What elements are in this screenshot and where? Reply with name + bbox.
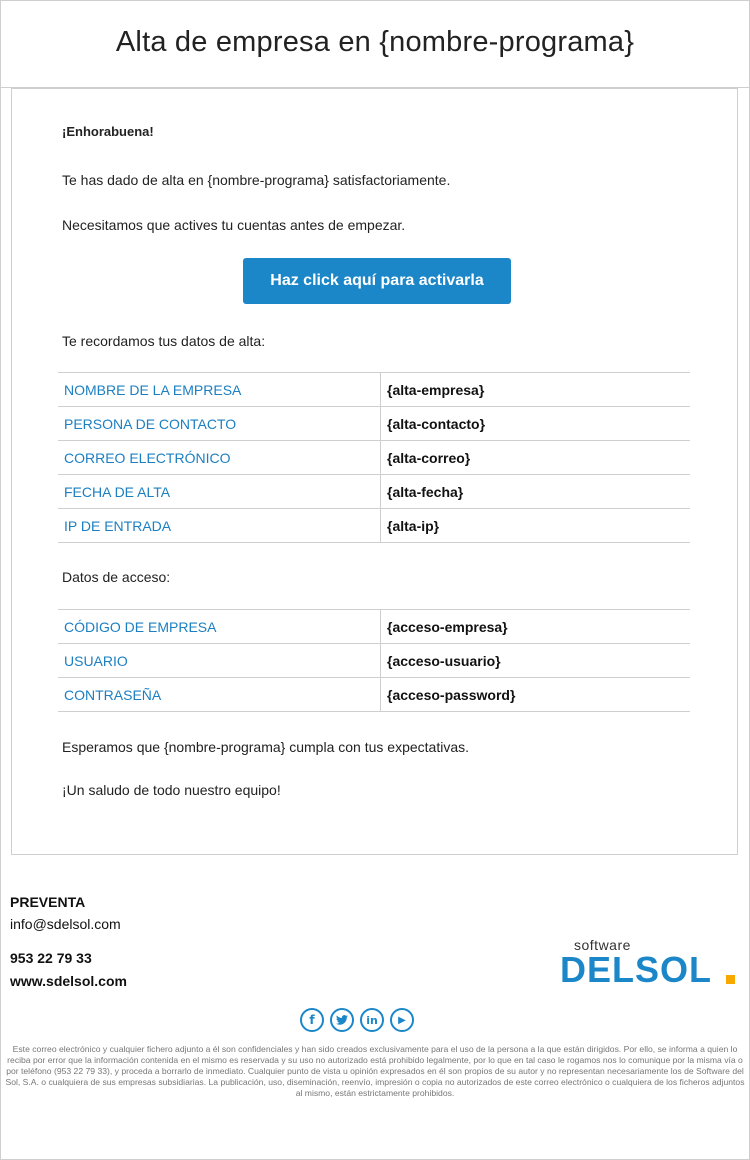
table-row: USUARIO {acceso-usuario} [58,643,690,678]
row-value: {acceso-empresa} [380,609,690,644]
row-value: {alta-empresa} [380,372,690,407]
row-label: FECHA DE ALTA [58,474,381,509]
greeting: ¡Enhorabuena! [62,124,154,139]
logo-dot [726,975,735,984]
footer-email-link[interactable]: info@sdelsol.com [10,916,121,932]
row-value: {alta-contacto} [380,406,690,441]
footer-heading: PREVENTA [10,894,86,910]
row-value: {acceso-password} [380,677,690,712]
row-label: CORREO ELECTRÓNICO [58,440,381,475]
table-row: NOMBRE DE LA EMPRESA {alta-empresa} [58,372,690,407]
signoff-text: ¡Un saludo de todo nuestro equipo! [62,782,281,798]
twitter-icon[interactable] [330,1008,354,1032]
footer-phone: 953 22 79 33 [10,950,92,966]
alta-data-table: NOMBRE DE LA EMPRESA {alta-empresa} PERS… [58,372,690,543]
access-title: Datos de acceso: [62,569,171,585]
row-value: {alta-fecha} [380,474,690,509]
linkedin-icon[interactable]: in [360,1008,384,1032]
row-value: {acceso-usuario} [380,643,690,678]
logo-main-text: DELSOL [560,949,713,990]
row-label: CÓDIGO DE EMPRESA [58,609,381,644]
delsol-logo: software DELSOL [560,937,740,997]
closing-text: Esperamos que {nombre-programa} cumpla c… [62,739,469,755]
row-label: NOMBRE DE LA EMPRESA [58,372,381,407]
table-row: PERSONA DE CONTACTO {alta-contacto} [58,406,690,441]
confirmation-text: Te has dado de alta en {nombre-programa}… [62,172,451,188]
activate-account-button[interactable]: Haz click aquí para activarla [243,258,511,304]
row-label: IP DE ENTRADA [58,508,381,543]
footer-web-link[interactable]: www.sdelsol.com [10,973,127,989]
row-label: PERSONA DE CONTACTO [58,406,381,441]
row-value: {alta-ip} [380,508,690,543]
page-title: Alta de empresa en {nombre-programa} [115,26,635,58]
row-label: USUARIO [58,643,381,678]
social-links: f in ▶ [300,1008,414,1032]
reminder-text: Te recordamos tus datos de alta: [62,333,266,349]
activation-text: Necesitamos que actives tu cuentas antes… [62,217,406,233]
legal-disclaimer: Este correo electrónico y cualquier fich… [5,1044,745,1098]
youtube-icon[interactable]: ▶ [390,1008,414,1032]
access-data-table: CÓDIGO DE EMPRESA {acceso-empresa} USUAR… [58,609,690,712]
table-row: FECHA DE ALTA {alta-fecha} [58,474,690,509]
table-row: CÓDIGO DE EMPRESA {acceso-empresa} [58,609,690,644]
row-value: {alta-correo} [380,440,690,475]
table-row: CONTRASEÑA {acceso-password} [58,677,690,712]
table-row: CORREO ELECTRÓNICO {alta-correo} [58,440,690,475]
row-label: CONTRASEÑA [58,677,381,712]
table-row: IP DE ENTRADA {alta-ip} [58,508,690,543]
facebook-icon[interactable]: f [300,1008,324,1032]
